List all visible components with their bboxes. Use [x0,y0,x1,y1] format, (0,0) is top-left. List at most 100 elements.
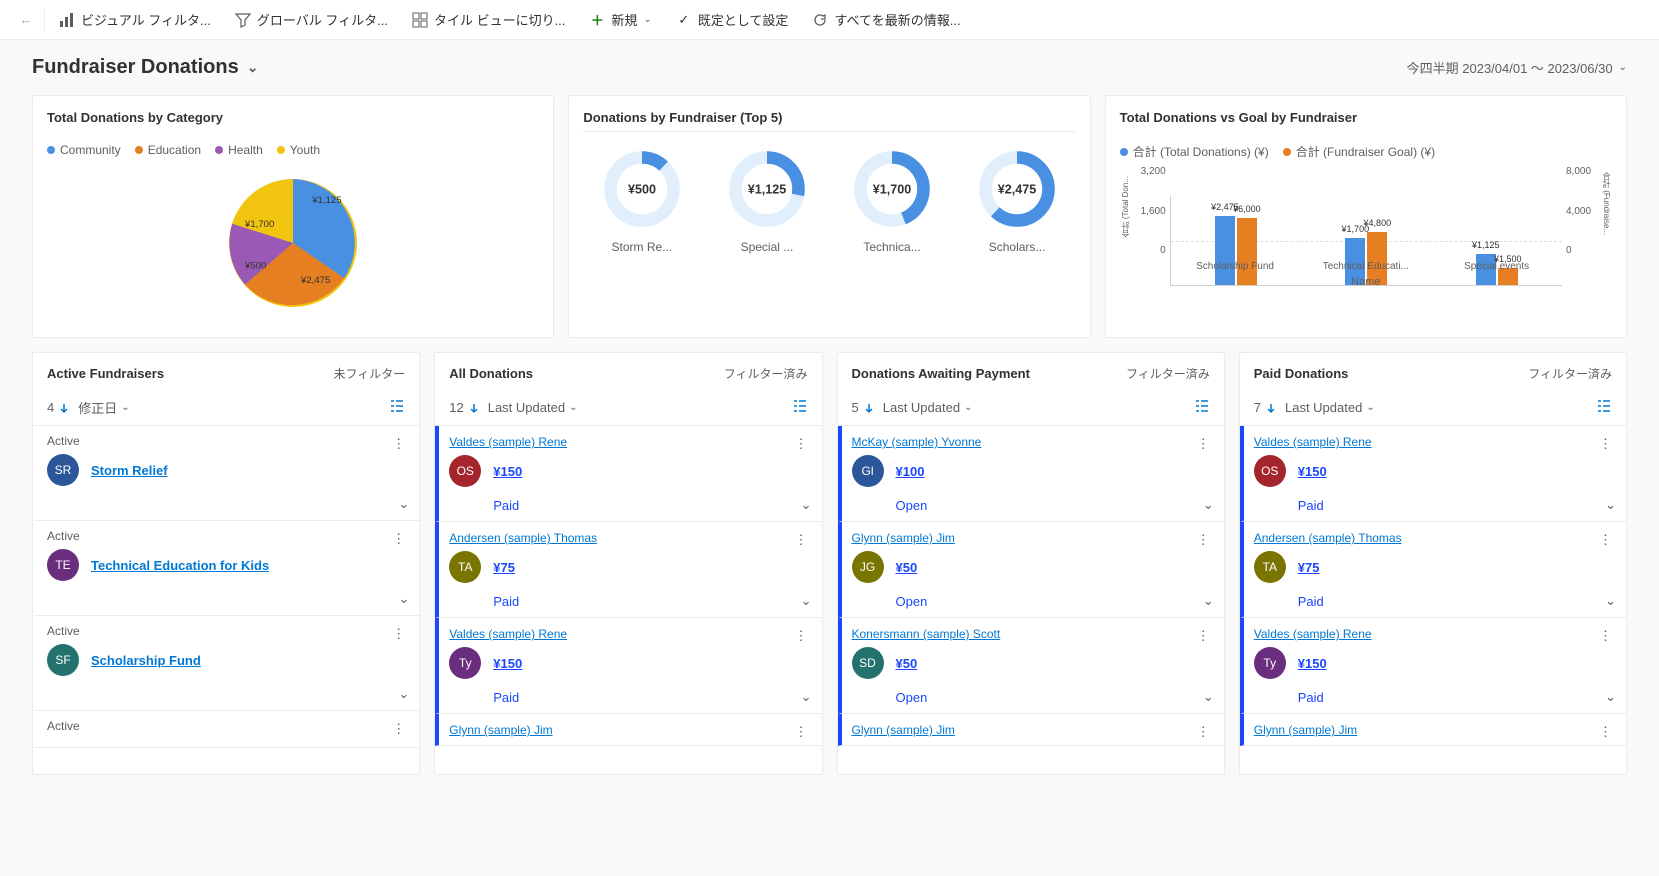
chevron-down-icon[interactable]: ⌄ [398,686,409,702]
tile-view-button[interactable]: タイル ビューに切り... [402,4,575,35]
page-title-dropdown[interactable]: Fundraiser Donations⌄ [32,56,258,79]
item-more-icon[interactable]: ⋮ [1593,722,1618,742]
list-item[interactable]: Active ⋮ [33,711,419,748]
list-item[interactable]: Valdes (sample) Rene ⋮ OS ¥150 Paid⌄ [1240,426,1626,522]
chevron-down-icon[interactable]: ⌄ [1203,689,1214,705]
item-more-icon[interactable]: ⋮ [1593,434,1618,454]
list-body[interactable]: Valdes (sample) Rene ⋮ OS ¥150 Paid⌄ And… [435,426,821,774]
item-more-icon[interactable]: ⋮ [1191,530,1216,550]
donor-name-link[interactable]: Valdes (sample) Rene [449,627,567,641]
donut-item[interactable]: ¥500 Storm Re... [597,144,687,254]
list-item[interactable]: Andersen (sample) Thomas ⋮ TA ¥75 Paid⌄ [435,522,821,618]
legend-item[interactable]: Youth [277,143,320,157]
donor-name-link[interactable]: McKay (sample) Yvonne [852,435,982,449]
donor-name-link[interactable]: Konersmann (sample) Scott [852,627,1001,641]
donor-name-link[interactable]: Glynn (sample) Jim [1254,723,1357,737]
bar-chart[interactable]: 合計 (Total Don... 3,2001,6000 ¥2,475 ¥6,0… [1120,166,1612,286]
item-more-icon[interactable]: ⋮ [789,530,814,550]
chevron-down-icon[interactable]: ⌄ [801,497,812,513]
list-item[interactable]: Active ⋮ SR Storm Relief ⌄ [33,426,419,521]
chevron-down-icon[interactable]: ⌄ [801,593,812,609]
sort-field[interactable]: 修正日 ⌄ [78,398,129,417]
list-item[interactable]: McKay (sample) Yvonne ⋮ Gl ¥100 Open⌄ [838,426,1224,522]
donor-name-link[interactable]: Glynn (sample) Jim [852,723,955,737]
item-more-icon[interactable]: ⋮ [1593,626,1618,646]
sort-field[interactable]: Last Updated ⌄ [488,400,578,415]
legend-item[interactable]: 合計 (Total Donations) (¥) [1120,143,1269,160]
list-view-icon[interactable] [1194,398,1210,417]
chevron-down-icon[interactable]: ⌄ [1605,689,1616,705]
legend-item[interactable]: 合計 (Fundraiser Goal) (¥) [1283,143,1435,160]
list-item[interactable]: Valdes (sample) Rene ⋮ Ty ¥150 Paid⌄ [435,618,821,714]
donor-name-link[interactable]: Andersen (sample) Thomas [1254,531,1402,545]
new-button[interactable]: ＋新規 ⌄ [579,4,661,35]
list-item[interactable]: Active ⋮ SF Scholarship Fund ⌄ [33,616,419,711]
list-item[interactable]: Konersmann (sample) Scott ⋮ SD ¥50 Open⌄ [838,618,1224,714]
chevron-down-icon[interactable]: ⌄ [398,591,409,607]
back-button[interactable]: ← [8,8,45,32]
amount-link[interactable]: ¥100 [896,464,925,479]
list-view-icon[interactable] [792,398,808,417]
amount-link[interactable]: ¥50 [896,560,918,575]
list-body[interactable]: Valdes (sample) Rene ⋮ OS ¥150 Paid⌄ And… [1240,426,1626,774]
list-view-icon[interactable] [1596,398,1612,417]
list-item[interactable]: Valdes (sample) Rene ⋮ Ty ¥150 Paid⌄ [1240,618,1626,714]
visual-filter-button[interactable]: ビジュアル フィルタ... [49,4,221,35]
list-item[interactable]: Valdes (sample) Rene ⋮ OS ¥150 Paid⌄ [435,426,821,522]
item-more-icon[interactable]: ⋮ [1191,434,1216,454]
result-count[interactable]: 4 [47,400,70,415]
list-item[interactable]: Glynn (sample) Jim ⋮ [435,714,821,746]
chevron-down-icon[interactable]: ⌄ [398,496,409,512]
amount-link[interactable]: ¥150 [493,464,522,479]
item-more-icon[interactable]: ⋮ [789,722,814,742]
amount-link[interactable]: ¥75 [493,560,515,575]
chevron-down-icon[interactable]: ⌄ [1605,497,1616,513]
donut-item[interactable]: ¥1,125 Special ... [722,144,812,254]
legend-item[interactable]: Health [215,143,263,157]
list-item[interactable]: Andersen (sample) Thomas ⋮ TA ¥75 Paid⌄ [1240,522,1626,618]
donor-name-link[interactable]: Andersen (sample) Thomas [449,531,597,545]
amount-link[interactable]: ¥50 [896,656,918,671]
result-count[interactable]: 5 [852,400,875,415]
donor-name-link[interactable]: Valdes (sample) Rene [449,435,567,449]
pie-chart[interactable]: ¥1,125 ¥2,475 ¥500 ¥1,700 [47,163,539,323]
item-link[interactable]: Scholarship Fund [91,653,201,668]
list-body[interactable]: Active ⋮ SR Storm Relief ⌄ Active ⋮ TE T… [33,426,419,774]
list-item[interactable]: Active ⋮ TE Technical Education for Kids… [33,521,419,616]
donut-item[interactable]: ¥2,475 Scholars... [972,144,1062,254]
list-item[interactable]: Glynn (sample) Jim ⋮ [1240,714,1626,746]
list-body[interactable]: McKay (sample) Yvonne ⋮ Gl ¥100 Open⌄ Gl… [838,426,1224,774]
item-more-icon[interactable]: ⋮ [1191,626,1216,646]
list-item[interactable]: Glynn (sample) Jim ⋮ JG ¥50 Open⌄ [838,522,1224,618]
item-more-icon[interactable]: ⋮ [789,434,814,454]
list-view-icon[interactable] [389,398,405,417]
item-more-icon[interactable]: ⋮ [386,434,411,454]
item-link[interactable]: Technical Education for Kids [91,558,269,573]
amount-link[interactable]: ¥75 [1298,560,1320,575]
chevron-down-icon[interactable]: ⌄ [1605,593,1616,609]
amount-link[interactable]: ¥150 [1298,656,1327,671]
sort-field[interactable]: Last Updated ⌄ [883,400,973,415]
chevron-down-icon[interactable]: ⌄ [801,689,812,705]
item-link[interactable]: Storm Relief [91,463,168,478]
donut-item[interactable]: ¥1,700 Technica... [847,144,937,254]
set-default-button[interactable]: ✓既定として設定 [666,4,799,35]
item-more-icon[interactable]: ⋮ [1593,530,1618,550]
amount-link[interactable]: ¥150 [493,656,522,671]
item-more-icon[interactable]: ⋮ [1191,722,1216,742]
chevron-down-icon[interactable]: ⌄ [1203,593,1214,609]
legend-item[interactable]: Community [47,143,121,157]
legend-item[interactable]: Education [135,143,201,157]
donor-name-link[interactable]: Valdes (sample) Rene [1254,435,1372,449]
item-more-icon[interactable]: ⋮ [386,624,411,644]
donor-name-link[interactable]: Glynn (sample) Jim [852,531,955,545]
date-range-selector[interactable]: 今四半期 2023/04/01 ～ 2023/06/30⌄ [1407,58,1627,77]
item-more-icon[interactable]: ⋮ [386,529,411,549]
donor-name-link[interactable]: Valdes (sample) Rene [1254,627,1372,641]
amount-link[interactable]: ¥150 [1298,464,1327,479]
refresh-button[interactable]: すべてを最新の情報... [802,4,970,35]
global-filter-button[interactable]: グローバル フィルタ... [225,4,398,35]
chevron-down-icon[interactable]: ⌄ [1203,497,1214,513]
result-count[interactable]: 12 [449,400,479,415]
result-count[interactable]: 7 [1254,400,1277,415]
